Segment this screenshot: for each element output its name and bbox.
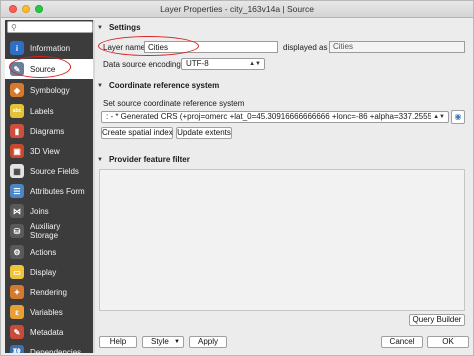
- sidebar-item-auxiliary-storage[interactable]: ⛁ Auxiliary Storage: [5, 221, 93, 241]
- sidebar-item-3d-view[interactable]: ▣ 3D View: [5, 141, 93, 161]
- collapse-triangle-icon: ▼: [97, 82, 103, 89]
- sidebar-item-metadata[interactable]: ✎ Metadata: [5, 322, 93, 342]
- sidebar-item-icon: ☰: [10, 184, 24, 198]
- sidebar-item-icon: i: [10, 41, 24, 55]
- sidebar-item-icon: ✎: [10, 62, 24, 76]
- sidebar-item-label: Diagrams: [30, 126, 65, 136]
- style-button-label: Style: [151, 337, 169, 346]
- sidebar-item-label: Information: [30, 43, 71, 53]
- sidebar-item-icon: ◆: [10, 83, 24, 97]
- sidebar-item-label: Display: [30, 267, 57, 277]
- filter-expression-area[interactable]: [99, 169, 465, 311]
- crs-selector-button[interactable]: ◉: [451, 110, 465, 124]
- sidebar-item-label: Joins: [30, 206, 49, 216]
- cancel-button[interactable]: Cancel: [381, 336, 423, 348]
- update-extents-button[interactable]: Update extents: [176, 127, 232, 139]
- sidebar-item-icon: ✦: [10, 285, 24, 299]
- window-title: Layer Properties - city_163v14a | Source: [160, 4, 314, 14]
- crs-header-label: Coordinate reference system: [108, 81, 220, 90]
- collapse-triangle-icon: ▼: [97, 156, 103, 163]
- sidebar-item-icon: ⚙: [10, 245, 24, 259]
- sidebar-item-symbology[interactable]: ◆ Symbology: [5, 80, 93, 100]
- sidebar-item-label: Dependencies: [30, 347, 82, 354]
- chevron-down-icon: ▲▼: [431, 112, 445, 122]
- main-panel: ▼ Settings Layer name displayed as Citie…: [95, 20, 471, 333]
- settings-header-label: Settings: [108, 23, 141, 32]
- sidebar-item-icon: ▭: [10, 265, 24, 279]
- crs-select[interactable]: : - * Generated CRS (+proj=omerc +lat_0=…: [101, 111, 449, 123]
- sidebar-item-source-fields[interactable]: ▦ Source Fields: [5, 161, 93, 181]
- sidebar-item-rendering[interactable]: ✦ Rendering: [5, 282, 93, 302]
- sidebar-item-label: Actions: [30, 247, 57, 257]
- sidebar-item-information[interactable]: i Information: [5, 38, 93, 58]
- sidebar-item-joins[interactable]: ⋈ Joins: [5, 201, 93, 221]
- ok-button[interactable]: OK: [427, 336, 469, 348]
- globe-icon: ◉: [454, 112, 462, 121]
- crs-value: : - * Generated CRS (+proj=omerc +lat_0=…: [106, 112, 442, 121]
- chevron-down-icon: ▼: [174, 339, 180, 345]
- query-builder-button[interactable]: Query Builder: [409, 314, 465, 326]
- sidebar-item-icon: abc: [10, 104, 24, 118]
- displayed-as-field: Cities: [329, 41, 465, 53]
- chevron-down-icon: ▲▼: [249, 61, 261, 67]
- search-icon: ⚲: [11, 23, 17, 32]
- encoding-select[interactable]: UTF-8 ▲▼: [181, 58, 265, 70]
- sidebar-item-attributes-form[interactable]: ☰ Attributes Form: [5, 181, 93, 201]
- sidebar-item-icon: ▦: [10, 164, 24, 178]
- collapse-triangle-icon: ▼: [97, 24, 103, 31]
- sidebar-item-diagrams[interactable]: ▮ Diagrams: [5, 121, 93, 141]
- crs-section-header[interactable]: ▼ Coordinate reference system: [95, 79, 471, 92]
- sidebar-item-label: 3D View: [30, 146, 60, 156]
- filter-section-header[interactable]: ▼ Provider feature filter: [95, 153, 471, 166]
- encoding-value: UTF-8: [186, 59, 209, 68]
- help-button[interactable]: Help: [99, 336, 137, 348]
- sidebar-item-icon: ⋈: [10, 204, 24, 218]
- sidebar-item-icon: ✎: [10, 325, 24, 339]
- sidebar-item-label: Attributes Form: [30, 186, 85, 196]
- create-spatial-index-button[interactable]: Create spatial index: [101, 127, 173, 139]
- set-crs-label: Set source coordinate reference system: [103, 99, 245, 108]
- sidebar-item-icon: ⛓: [10, 345, 24, 353]
- sidebar-item-label: Labels: [30, 106, 54, 116]
- dialog-button-bar: Help Style ▼ Apply Cancel OK: [95, 335, 473, 355]
- sidebar-item-label: Rendering: [30, 287, 67, 297]
- sidebar-item-labels[interactable]: abc Labels: [5, 101, 93, 121]
- sidebar-item-icon: ▣: [10, 144, 24, 158]
- sidebar-item-dependencies[interactable]: ⛓ Dependencies: [5, 342, 93, 353]
- sidebar-item-icon: ε: [10, 305, 24, 319]
- sidebar-item-source[interactable]: ✎ Source: [5, 59, 93, 79]
- sidebar-item-display[interactable]: ▭ Display: [5, 262, 93, 282]
- layer-name-label: Layer name: [103, 43, 146, 52]
- sidebar-item-label: Source Fields: [30, 166, 79, 176]
- layer-properties-window: Layer Properties - city_163v14a | Source…: [0, 0, 474, 356]
- sidebar-item-label: Variables: [30, 307, 63, 317]
- sidebar-item-label: Auxiliary Storage: [30, 222, 61, 240]
- sidebar-item-variables[interactable]: ε Variables: [5, 302, 93, 322]
- sidebar-item-icon: ⛁: [10, 224, 24, 238]
- encoding-label: Data source encoding: [103, 60, 181, 69]
- sidebar: ⚲ i Information ✎ Source ◆ Symbology abc Labels…: [5, 20, 93, 353]
- sidebar-item-label: Metadata: [30, 327, 64, 337]
- sidebar-item-label: Source: [30, 64, 56, 74]
- sidebar-item-actions[interactable]: ⚙ Actions: [5, 242, 93, 262]
- style-menu-button[interactable]: Style ▼: [142, 336, 184, 348]
- displayed-as-label: displayed as: [283, 43, 328, 52]
- apply-button[interactable]: Apply: [189, 336, 227, 348]
- layer-name-input[interactable]: [144, 41, 278, 53]
- filter-header-label: Provider feature filter: [108, 155, 190, 164]
- title-bar: Layer Properties - city_163v14a | Source: [1, 1, 473, 18]
- sidebar-item-label: Symbology: [30, 85, 70, 95]
- sidebar-search-input[interactable]: [21, 23, 91, 32]
- settings-section-header[interactable]: ▼ Settings: [95, 21, 471, 34]
- sidebar-item-icon: ▮: [10, 124, 24, 138]
- sidebar-search[interactable]: ⚲: [7, 21, 93, 33]
